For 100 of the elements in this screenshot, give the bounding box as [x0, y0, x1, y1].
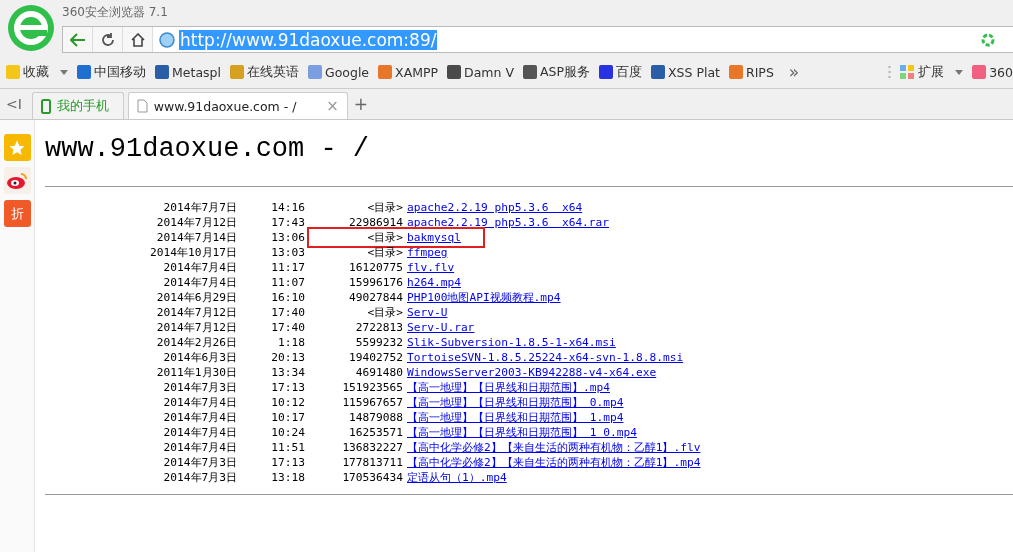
file-link[interactable]: 【高一地理】【日界线和日期范围】 0.mp4	[407, 395, 624, 410]
phone-icon	[40, 98, 51, 114]
file-link[interactable]: ffmpeg	[407, 245, 448, 260]
time-text: 13:06	[270, 230, 305, 245]
size-text: <目录>	[366, 200, 403, 215]
date-text: 2014年10月17日	[149, 245, 237, 260]
browser-tab[interactable]: www.91daoxue.com - / ×	[127, 92, 348, 119]
size-text: 15996176	[348, 275, 403, 290]
date-text: 2014年7月4日	[162, 260, 237, 275]
file-link[interactable]: 【高中化学必修2】【来自生活的两种有机物：乙醇1】.flv	[407, 440, 701, 455]
bookmark-link[interactable]: 360	[972, 64, 1013, 80]
window-title: 360安全浏览器 7.1	[62, 4, 168, 21]
size-text: 19402752	[348, 350, 403, 365]
file-link[interactable]: h264.mp4	[407, 275, 461, 290]
time-text: 10:17	[270, 410, 305, 425]
time-text: 13:18	[270, 470, 305, 485]
file-link[interactable]: bakmysql	[407, 230, 461, 245]
bookmark-link[interactable]: 收藏	[6, 63, 68, 81]
file-link[interactable]: Slik-Subversion-1.8.5-1-x64.msi	[407, 335, 616, 350]
file-link[interactable]: Serv-U	[407, 305, 448, 320]
time-text: 13:34	[270, 365, 305, 380]
size-text: 16120775	[348, 260, 403, 275]
time-text: 17:13	[270, 455, 305, 470]
file-link[interactable]: 【高一地理】【日界线和日期范围】 1 0.mp4	[407, 425, 637, 440]
reload-icon	[100, 32, 115, 47]
date-text: 2014年2月26日	[155, 335, 237, 350]
more-bookmarks-button[interactable]: »	[782, 62, 806, 82]
file-link[interactable]: 定语从句（1）.mp4	[407, 470, 507, 485]
new-tab-button[interactable]: +	[347, 94, 375, 114]
browser-logo	[7, 4, 55, 52]
file-link[interactable]: apache2.2.19 php5.3.6 x64	[407, 200, 583, 215]
reload-button[interactable]	[93, 27, 123, 52]
bookmark-link[interactable]: Damn V	[447, 64, 514, 80]
dropdown-caret-icon[interactable]	[955, 69, 964, 75]
extensions-button[interactable]: 扩展	[900, 63, 964, 81]
tab-scroll-button[interactable]: <I	[0, 96, 28, 112]
home-button[interactable]	[123, 27, 153, 52]
date-text: 2014年7月3日	[162, 455, 237, 470]
bookmark-link[interactable]: Google	[307, 64, 370, 80]
date-text: 2014年7月3日	[162, 470, 237, 485]
bookmark-link[interactable]: XAMPP	[378, 64, 439, 80]
file-link[interactable]: Serv-U.rar	[407, 320, 475, 335]
bookmark-link[interactable]: RIPS	[729, 64, 774, 80]
date-text: 2014年7月12日	[155, 320, 237, 335]
time-text: 1:18	[277, 335, 305, 350]
back-button[interactable]	[63, 27, 93, 52]
size-text: 115967657	[341, 395, 403, 410]
date-text: 2014年7月12日	[155, 305, 237, 320]
file-link[interactable]: apache2.2.19 php5.3.6 x64.rar	[407, 215, 610, 230]
bookmark-link[interactable]: Metaspl	[155, 64, 221, 80]
size-text: <目录>	[366, 230, 403, 245]
time-text: 10:24	[270, 425, 305, 440]
time-text: 16:10	[270, 290, 305, 305]
size-text: 14879088	[348, 410, 403, 425]
size-text: 5599232	[354, 335, 403, 350]
size-text: 170536434	[341, 470, 403, 485]
bookmark-link[interactable]: 在线英语	[229, 63, 299, 81]
size-text: <目录>	[366, 305, 403, 320]
date-text: 2014年7月4日	[162, 275, 237, 290]
date-text: 2011年1月30日	[155, 365, 237, 380]
file-link[interactable]: TortoiseSVN-1.8.5.25224-x64-svn-1.8.8.msi	[407, 350, 684, 365]
size-text: 4691480	[354, 365, 403, 380]
date-text: 2014年7月12日	[155, 215, 237, 230]
size-text: 22986914	[348, 215, 403, 230]
bookmark-link[interactable]: 中国移动	[77, 63, 146, 81]
time-text: 13:03	[270, 245, 305, 260]
bookmark-link[interactable]: 百度	[599, 63, 642, 81]
date-text: 2014年7月14日	[155, 230, 237, 245]
home-icon	[130, 32, 145, 47]
size-text: <目录>	[366, 245, 403, 260]
extensions-icon	[900, 64, 916, 80]
date-text: 2014年7月4日	[162, 440, 237, 455]
size-text: 136832227	[341, 440, 403, 455]
refresh-status-icon[interactable]	[981, 32, 995, 47]
date-text: 2014年7月4日	[162, 425, 237, 440]
page-heading: www.91daoxue.com - /	[45, 134, 370, 164]
bookmark-link[interactable]: ASP服务	[522, 63, 590, 81]
back-arrow-icon	[69, 32, 86, 47]
size-text: 151923565	[341, 380, 403, 395]
file-link[interactable]: 【高一地理】【日界线和日期范围】.mp4	[407, 380, 610, 395]
page-icon	[136, 99, 148, 113]
time-text: 10:12	[270, 395, 305, 410]
file-link[interactable]: 【高一地理】【日界线和日期范围】 1.mp4	[407, 410, 624, 425]
time-text: 20:13	[270, 350, 305, 365]
time-text: 11:51	[270, 440, 305, 455]
weibo-icon[interactable]	[3, 167, 31, 194]
size-text: 49027844	[348, 290, 403, 305]
bookmark-link[interactable]: XSS Plat	[651, 64, 720, 80]
date-text: 2014年6月3日	[162, 350, 237, 365]
dropdown-caret-icon[interactable]	[60, 69, 68, 75]
time-text: 17:40	[270, 305, 305, 320]
file-link[interactable]: flv.flv	[407, 260, 455, 275]
file-link[interactable]: PHP100地图API视频教程.mp4	[407, 290, 561, 305]
time-text: 17:43	[270, 215, 305, 230]
time-text: 17:40	[270, 320, 305, 335]
file-link[interactable]: WindowsServer2003-KB942288-v4-x64.exe	[407, 365, 657, 380]
grip-icon	[888, 65, 892, 79]
time-text: 11:07	[270, 275, 305, 290]
file-link[interactable]: 【高中化学必修2】【来自生活的两种有机物：乙醇1】.mp4	[407, 455, 701, 470]
time-text: 17:13	[270, 380, 305, 395]
